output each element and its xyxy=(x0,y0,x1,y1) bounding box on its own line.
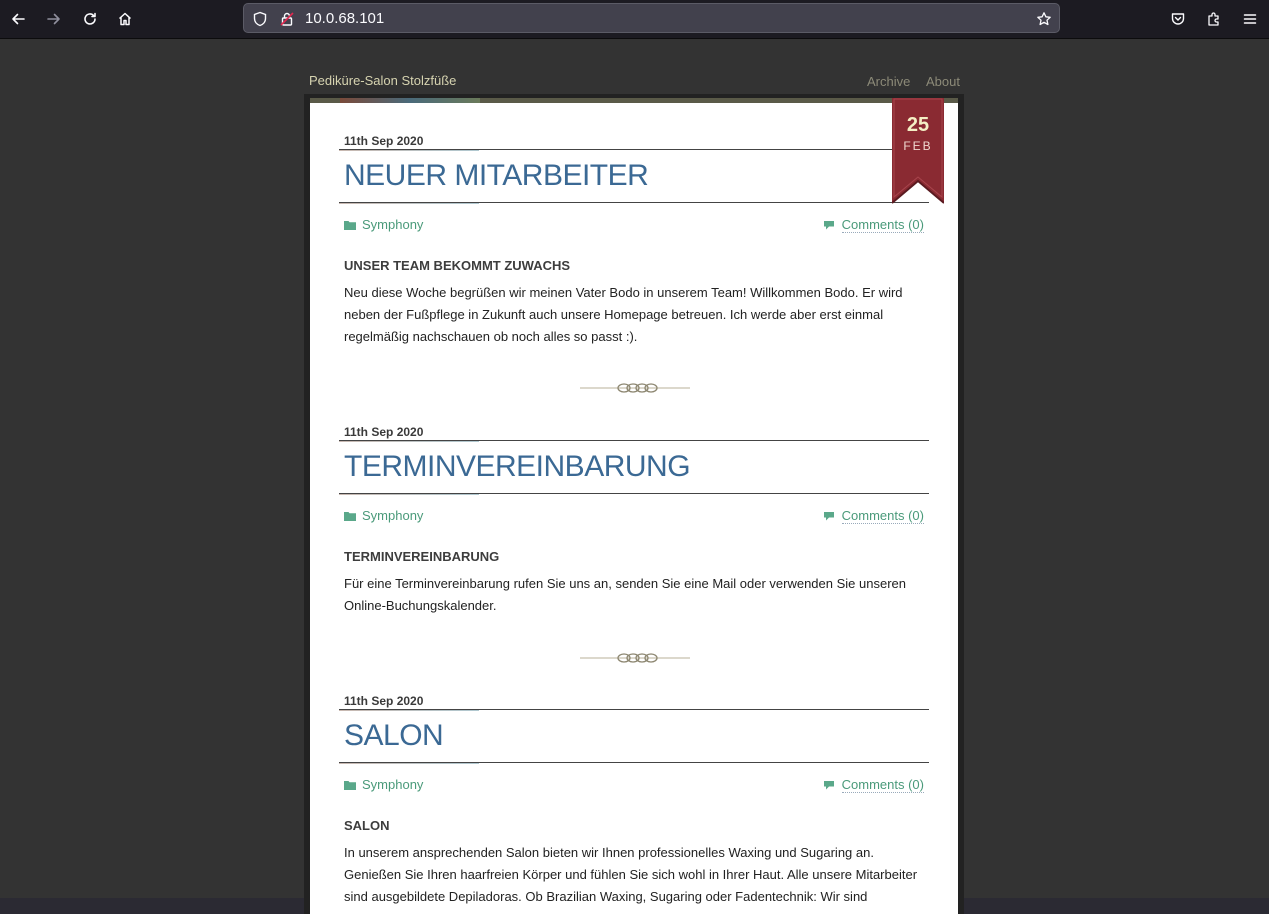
nav-link-about[interactable]: About xyxy=(926,74,960,89)
ornament-divider xyxy=(580,383,690,393)
back-button[interactable] xyxy=(6,7,30,31)
speech-bubble-icon xyxy=(823,221,834,230)
comments-link[interactable]: Comments (0) xyxy=(823,508,924,524)
forward-button[interactable] xyxy=(42,7,66,31)
ribbon-day: 25 xyxy=(906,114,930,136)
comments-label[interactable]: Comments (0) xyxy=(841,508,924,524)
speech-bubble-icon xyxy=(823,512,834,521)
post-subheading: TERMINVEREINBARUNG xyxy=(344,549,500,564)
bookmark-star-icon[interactable] xyxy=(1036,11,1052,27)
post-title-link[interactable]: TERMINVEREINBARUNG xyxy=(344,450,691,484)
ornament-divider xyxy=(580,653,690,663)
top-stripe xyxy=(310,98,958,103)
comments-label[interactable]: Comments (0) xyxy=(841,217,924,233)
post-title-link[interactable]: SALON xyxy=(344,719,444,753)
divider-line xyxy=(339,149,929,151)
post-date: 11th Sep 2020 xyxy=(344,134,424,148)
arrow-left-icon xyxy=(12,13,25,25)
category-label[interactable]: Symphony xyxy=(362,777,423,792)
post-body: Neu diese Woche begrüßen wir meinen Vate… xyxy=(344,285,903,344)
reload-icon xyxy=(84,12,96,25)
divider-line xyxy=(339,440,929,442)
browser-toolbar: 10.0.68.101 xyxy=(0,0,1269,39)
speech-bubble-icon xyxy=(823,781,834,790)
post-body: In unserem ansprechenden Salon bieten wi… xyxy=(344,845,918,904)
folder-icon xyxy=(344,511,356,521)
puzzle-icon xyxy=(1208,12,1219,26)
folder-icon xyxy=(344,220,356,230)
home-icon xyxy=(118,12,132,26)
category-link[interactable]: Symphony xyxy=(344,508,423,523)
post-title-link[interactable]: NEUER MITARBEITER xyxy=(344,159,649,193)
extensions-button[interactable] xyxy=(1202,7,1226,31)
category-label[interactable]: Symphony xyxy=(362,217,423,232)
content-frame: 11th Sep 2020 NEUER MITARBEITER Symphony… xyxy=(304,94,964,914)
insecure-lock-icon[interactable] xyxy=(279,11,295,27)
post-subheading: SALON xyxy=(344,818,390,833)
comments-label[interactable]: Comments (0) xyxy=(841,777,924,793)
category-link[interactable]: Symphony xyxy=(344,217,423,232)
web-page: Pediküre-Salon Stolzfüße Archive About 1… xyxy=(0,39,1269,914)
divider-line xyxy=(339,202,929,204)
post-body: Für eine Terminvereinbarung rufen Sie un… xyxy=(344,576,906,613)
comments-link[interactable]: Comments (0) xyxy=(823,217,924,233)
comments-link[interactable]: Comments (0) xyxy=(823,777,924,793)
category-label[interactable]: Symphony xyxy=(362,508,423,523)
hamburger-menu-icon xyxy=(1243,14,1257,24)
ribbon-month: FEB xyxy=(903,139,933,153)
reload-button[interactable] xyxy=(78,7,102,31)
pocket-icon xyxy=(1171,13,1185,25)
shield-icon[interactable] xyxy=(252,11,268,27)
site-title-link[interactable]: Pediküre-Salon Stolzfüße xyxy=(309,73,456,88)
content-paper: 11th Sep 2020 NEUER MITARBEITER Symphony… xyxy=(310,98,958,914)
category-link[interactable]: Symphony xyxy=(344,777,423,792)
url-bar[interactable]: 10.0.68.101 xyxy=(243,3,1060,33)
home-button[interactable] xyxy=(113,7,137,31)
divider-line xyxy=(339,709,929,711)
divider-line xyxy=(339,762,929,764)
divider-line xyxy=(339,493,929,495)
menu-button[interactable] xyxy=(1238,7,1262,31)
date-ribbon: 25 FEB xyxy=(892,98,944,205)
pocket-button[interactable] xyxy=(1166,7,1190,31)
post-date: 11th Sep 2020 xyxy=(344,694,424,708)
url-text[interactable]: 10.0.68.101 xyxy=(305,10,384,27)
post-subheading: UNSER TEAM BEKOMMT ZUWACHS xyxy=(344,258,571,273)
nav-link-archive[interactable]: Archive xyxy=(867,74,910,89)
post-date: 11th Sep 2020 xyxy=(344,425,424,439)
arrow-right-icon xyxy=(47,13,60,25)
folder-icon xyxy=(344,780,356,790)
